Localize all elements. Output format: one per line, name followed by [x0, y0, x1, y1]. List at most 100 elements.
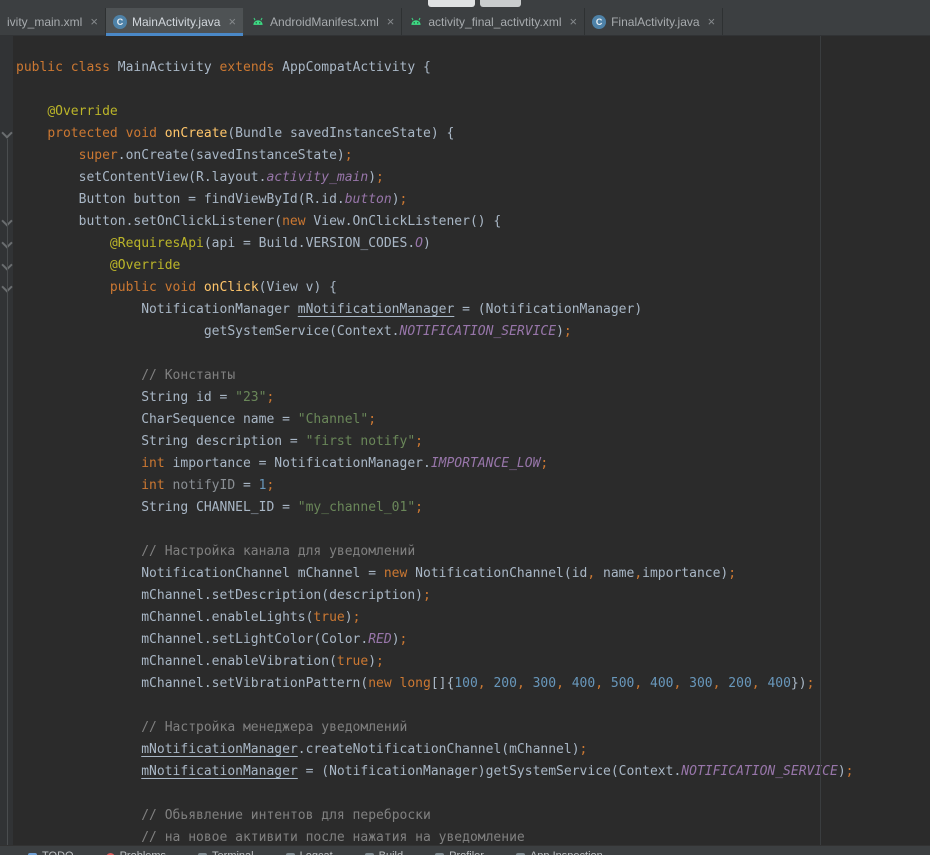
code-token: int [141, 456, 164, 471]
code-token: mChannel.enableVibration( [16, 654, 337, 669]
code-line: @Override [16, 101, 930, 123]
code-token [564, 676, 572, 691]
code-token: "my_channel_01" [298, 500, 415, 515]
toolwindow-button-label: TODO [42, 850, 74, 855]
code-token: public [16, 60, 63, 75]
code-token: 400 [572, 676, 595, 691]
right-margin-guide [820, 36, 821, 845]
code-token: 400 [650, 676, 673, 691]
tab-label: MainActivity.java [132, 15, 220, 29]
code-token [16, 764, 141, 779]
editor-tab-activity-final-activtity-xml[interactable]: activity_final_activtity.xml× [402, 8, 585, 35]
code-token: NOTIFICATION_SERVICE [400, 324, 557, 339]
toolwindow-button-todo[interactable]: TODO [28, 846, 74, 855]
code-token: ; [345, 148, 353, 163]
code-token: "first notify" [306, 434, 416, 449]
editor-tab-finalactivity-java[interactable]: C FinalActivity.java × [585, 8, 723, 35]
code-line: mChannel.setLightColor(Color.RED); [16, 629, 930, 651]
code-token: 200 [728, 676, 751, 691]
code-token: onClick [204, 280, 259, 295]
code-token: @Override [110, 258, 180, 273]
code-token: ; [368, 412, 376, 427]
code-token: new [384, 566, 407, 581]
code-token: , [556, 676, 564, 691]
code-line: public void onClick(View v) { [16, 277, 930, 299]
code-token: View.OnClickListener() { [306, 214, 502, 229]
code-token [16, 544, 141, 559]
code-token: (Bundle savedInstanceState) { [227, 126, 454, 141]
code-token: ; [353, 610, 361, 625]
code-token: name [595, 566, 634, 581]
code-token [16, 478, 141, 493]
code-line: Button button = findViewById(R.id.button… [16, 189, 930, 211]
code-editor[interactable]: public class MainActivity extends AppCom… [0, 36, 930, 845]
run-configuration-widget[interactable] [428, 0, 475, 7]
code-token: ) [556, 324, 564, 339]
editor-tab-androidmanifest-xml[interactable]: AndroidManifest.xml× [244, 8, 402, 35]
editor-tab-activity-main-xml[interactable]: ivity_main.xml× [0, 8, 106, 35]
code-token [63, 60, 71, 75]
code-line [16, 79, 930, 101]
code-area[interactable]: public class MainActivity extends AppCom… [16, 57, 930, 845]
code-token: "23" [235, 390, 266, 405]
close-icon[interactable]: × [387, 15, 395, 28]
toolwindow-button-app-inspection[interactable]: App Inspection [516, 846, 603, 855]
code-line: @Override [16, 255, 930, 277]
toolwindow-button-profiler[interactable]: Profiler [435, 846, 484, 855]
editor-tab-mainactivity-java[interactable]: CMainActivity.java× [106, 8, 244, 35]
code-token: ; [580, 742, 588, 757]
code-token [196, 280, 204, 295]
toolwindow-button-logcat[interactable]: Logcat [286, 846, 333, 855]
code-line: // Настройка канала для уведомлений [16, 541, 930, 563]
code-token: ) [392, 192, 400, 207]
code-token: notifyID [173, 478, 236, 493]
code-line: mChannel.enableLights(true); [16, 607, 930, 629]
close-icon[interactable]: × [708, 15, 716, 28]
code-token: onCreate [165, 126, 228, 141]
code-token: , [595, 676, 603, 691]
toolwindow-button-label: Logcat [300, 850, 333, 855]
code-token: NotificationManager [16, 302, 298, 317]
java-class-icon: C [592, 15, 606, 29]
code-token: ; [376, 654, 384, 669]
code-token [157, 280, 165, 295]
close-icon[interactable]: × [90, 15, 98, 28]
code-line: getSystemService(Context.NOTIFICATION_SE… [16, 321, 930, 343]
toolwindow-button-terminal[interactable]: Terminal [198, 846, 254, 855]
main-toolbar-strip [0, 0, 930, 8]
code-token: mNotificationManager [141, 742, 298, 757]
code-token: super [79, 148, 118, 163]
code-token: []{ [431, 676, 454, 691]
code-token: mChannel.setDescription(description) [16, 588, 423, 603]
code-token: mChannel.setVibrationPattern( [16, 676, 368, 691]
code-token: ; [564, 324, 572, 339]
code-token: protected [47, 126, 117, 141]
tab-label: FinalActivity.java [611, 15, 699, 29]
close-icon[interactable]: × [570, 15, 578, 28]
code-token: 300 [689, 676, 712, 691]
code-token: ; [415, 500, 423, 515]
code-token: .onCreate(savedInstanceState) [118, 148, 345, 163]
code-token: // на новое активити после нажатия на ув… [141, 830, 525, 845]
toolwindow-button-problems[interactable]: Problems [106, 846, 166, 855]
toolwindow-button-label: Profiler [449, 850, 484, 855]
code-token: // Настройка канала для уведомлений [141, 544, 415, 559]
android-icon [251, 15, 265, 29]
code-line: button.setOnClickListener(new View.OnCli… [16, 211, 930, 233]
code-token: , [517, 676, 525, 691]
code-token [642, 676, 650, 691]
code-token [16, 280, 110, 295]
code-token: ) [368, 170, 376, 185]
code-token: ; [846, 764, 854, 779]
code-token [165, 478, 173, 493]
toolwindow-button-label: Problems [120, 850, 166, 855]
code-token: button.setOnClickListener( [16, 214, 282, 229]
code-token: CharSequence name = [16, 412, 298, 427]
close-icon[interactable]: × [228, 15, 236, 28]
code-token: 100 [454, 676, 477, 691]
code-token: // Константы [141, 368, 235, 383]
toolwindow-button-build[interactable]: Build [365, 846, 403, 855]
run-button-widget[interactable] [480, 0, 521, 7]
code-token: // Обьявление интентов для переброски [141, 808, 431, 823]
code-token: mChannel.enableLights( [16, 610, 313, 625]
